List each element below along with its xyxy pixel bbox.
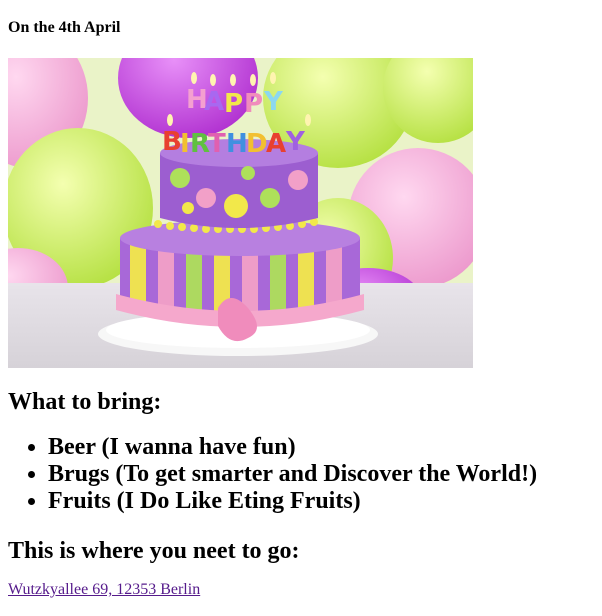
- list-item: Fruits (I Do Like Eting Fruits): [48, 488, 594, 515]
- svg-text:Y: Y: [263, 87, 284, 117]
- bring-list: Beer (I wanna have fun) Brugs (To get sm…: [8, 434, 594, 515]
- svg-text:D: D: [246, 129, 268, 159]
- svg-text:T: T: [208, 129, 226, 159]
- directions-heading: This is where you neet to go:: [8, 538, 300, 564]
- svg-text:P: P: [224, 89, 243, 119]
- birthday-cake-image: H A P P Y B I R T H D A Y: [8, 58, 473, 368]
- list-item: Beer (I wanna have fun): [48, 434, 594, 461]
- bring-heading: What to bring:: [8, 389, 162, 415]
- list-item: Brugs (To get smarter and Discover the W…: [48, 461, 594, 488]
- svg-text:H: H: [226, 129, 248, 159]
- svg-text:A: A: [266, 129, 286, 159]
- svg-text:B: B: [162, 127, 182, 157]
- address-link[interactable]: Wutzkyallee 69, 12353 Berlin: [8, 581, 200, 599]
- svg-text:Y: Y: [285, 127, 306, 157]
- svg-text:I: I: [180, 129, 190, 159]
- date-heading: On the 4th April: [8, 19, 121, 36]
- svg-text:P: P: [244, 89, 263, 119]
- birthday-cake-illustration: H A P P Y B I R T H D A Y: [8, 58, 473, 368]
- page-content: On the 4th April H A P P Y B I R T H D A…: [0, 0, 602, 599]
- svg-text:A: A: [204, 87, 224, 117]
